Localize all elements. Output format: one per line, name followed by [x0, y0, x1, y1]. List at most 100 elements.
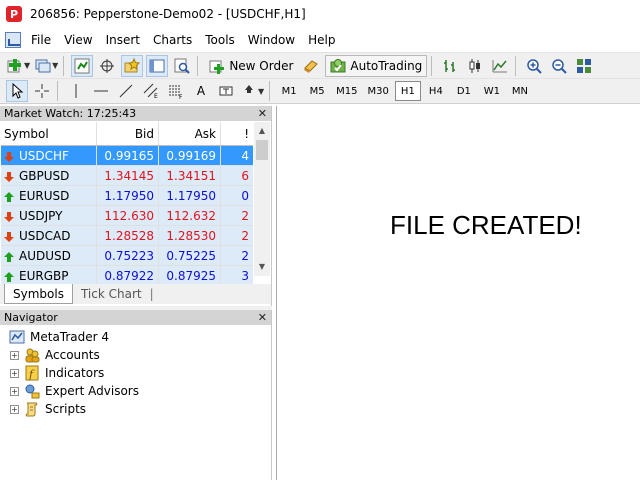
symbol-name: USDCHF [19, 148, 69, 163]
table-row[interactable]: USDCHF 0.99165 0.99169 4 [1, 146, 253, 166]
spread-cell: 0 [221, 186, 253, 205]
bid-cell: 0.75223 [97, 246, 159, 265]
navigator-item-indicators[interactable]: + f Indicators [10, 364, 104, 382]
scroll-up-icon[interactable]: ▲ [254, 122, 270, 138]
table-row[interactable]: EURGBP 0.87922 0.87925 3 [1, 266, 253, 286]
menu-tools[interactable]: Tools [205, 33, 235, 47]
vertical-line-button[interactable] [65, 80, 87, 102]
navigator-item-expert-advisors[interactable]: + Expert Advisors [10, 382, 139, 400]
trendline-icon [119, 84, 133, 98]
timeframe-d1[interactable]: D1 [451, 81, 477, 101]
symbol-cell: EURUSD [1, 186, 97, 205]
menu-help[interactable]: Help [308, 33, 335, 47]
data-window-button[interactable] [96, 55, 118, 77]
zoom-in-button[interactable] [523, 55, 545, 77]
menu-charts[interactable]: Charts [153, 33, 192, 47]
chart-window[interactable]: FILE CREATED! [276, 106, 640, 480]
trendline-button[interactable] [115, 80, 137, 102]
strategy-tester-button[interactable] [171, 55, 193, 77]
navigator-header: Navigator ✕ [0, 310, 271, 325]
text-label-icon [219, 86, 233, 96]
timeframe-m5[interactable]: M5 [304, 81, 330, 101]
candlestick-button[interactable] [464, 55, 486, 77]
svg-text:F: F [179, 94, 183, 99]
cursor-tool-button[interactable] [6, 80, 28, 102]
fibonacci-button[interactable]: F [165, 80, 187, 102]
text-tool-button[interactable]: A [190, 80, 212, 102]
arrows-button[interactable]: ▼ [240, 80, 265, 102]
navigator-toggle-button[interactable] [121, 54, 144, 77]
menu-window[interactable]: Window [248, 33, 295, 47]
navigator-item-scripts[interactable]: + Scripts [10, 400, 86, 418]
scripts-icon [25, 402, 38, 417]
close-icon[interactable]: ✕ [258, 311, 267, 324]
expand-icon[interactable]: + [10, 404, 19, 414]
autotrading-icon [330, 58, 346, 72]
symbol-cell: USDCAD [1, 226, 97, 245]
navigator-root[interactable]: MetaTrader 4 [9, 328, 109, 346]
timeframe-mn[interactable]: MN [507, 81, 533, 101]
line-chart-button[interactable] [489, 55, 511, 77]
table-row[interactable]: USDJPY 112.630 112.632 2 [1, 206, 253, 226]
table-row[interactable]: USDCAD 1.28528 1.28530 2 [1, 226, 253, 246]
profiles-button[interactable]: ▼ [34, 55, 59, 77]
close-icon[interactable]: ✕ [258, 107, 267, 120]
autotrading-button[interactable]: AutoTrading [325, 54, 428, 77]
scrollbar-thumb[interactable] [256, 140, 268, 160]
new-order-button[interactable]: New Order [205, 55, 297, 77]
menu-insert[interactable]: Insert [106, 33, 140, 47]
new-chart-button[interactable]: ▼ [6, 55, 31, 77]
arrow-up-icon [4, 251, 14, 262]
tab-tick-chart[interactable]: Tick Chart [73, 284, 150, 304]
menu-file[interactable]: File [31, 33, 51, 47]
timeframe-m30[interactable]: M30 [364, 81, 393, 101]
timeframe-m1[interactable]: M1 [276, 81, 302, 101]
table-row[interactable]: GBPUSD 1.34145 1.34151 6 [1, 166, 253, 186]
market-watch-rows: USDCHF 0.99165 0.99169 4 GBPUSD 1.34145 1.3415… [1, 146, 253, 286]
table-row[interactable]: AUDUSD 0.75223 0.75225 2 [1, 246, 253, 266]
column-header-spread[interactable]: ! [221, 122, 253, 145]
scroll-down-icon[interactable]: ▼ [254, 258, 270, 274]
vertical-scrollbar[interactable]: ▲ ▼ [254, 122, 270, 276]
terminal-toggle-button[interactable] [146, 54, 169, 77]
tile-windows-button[interactable] [573, 55, 595, 77]
bid-cell: 1.17950 [97, 186, 159, 205]
menu-view[interactable]: View [64, 33, 92, 47]
spread-cell: 4 [221, 146, 253, 165]
table-row[interactable]: EURUSD 1.17950 1.17950 0 [1, 186, 253, 206]
column-header-ask[interactable]: Ask [159, 122, 221, 145]
table-header-row: Symbol Bid Ask ! [1, 122, 253, 146]
market-watch-panel: Market Watch: 17:25:43 ✕ Symbol Bid Ask … [0, 106, 272, 306]
column-header-symbol[interactable]: Symbol [1, 122, 97, 145]
crosshair-tool-button[interactable] [31, 80, 53, 102]
scrollbar-track[interactable] [254, 162, 270, 258]
expand-icon[interactable]: + [10, 368, 19, 378]
timeframe-h4[interactable]: H4 [423, 81, 449, 101]
tab-symbols[interactable]: Symbols [4, 284, 73, 304]
timeframe-m15[interactable]: M15 [332, 81, 361, 101]
market-watch-toggle-button[interactable] [71, 54, 94, 77]
symbol-cell: GBPUSD [1, 166, 97, 185]
terminal-icon [149, 59, 165, 72]
horizontal-line-button[interactable] [90, 80, 112, 102]
expand-icon[interactable]: + [10, 386, 19, 396]
standard-toolbar: ▼ ▼ New Order AutoTrading [0, 52, 640, 78]
equidistant-channel-button[interactable]: E [140, 80, 162, 102]
zoom-out-button[interactable] [548, 55, 570, 77]
toolbar-separator [57, 81, 58, 101]
timeframe-w1[interactable]: W1 [479, 81, 505, 101]
bid-cell: 1.34145 [97, 166, 159, 185]
bar-chart-icon [444, 59, 456, 72]
navigator-root-label: MetaTrader 4 [30, 330, 110, 344]
column-header-bid[interactable]: Bid [97, 122, 159, 145]
symbol-name: GBPUSD [19, 168, 70, 183]
timeframe-h1[interactable]: H1 [394, 81, 421, 101]
chart-window-icon[interactable] [5, 32, 21, 48]
market-watch-header: Market Watch: 17:25:43 ✕ [0, 106, 271, 121]
bar-chart-button[interactable] [439, 55, 461, 77]
navigator-item-accounts[interactable]: + Accounts [10, 346, 100, 364]
expand-icon[interactable]: + [10, 350, 19, 360]
navigator-star-icon [124, 57, 141, 72]
meta-editor-button[interactable] [300, 55, 322, 77]
text-label-button[interactable] [215, 80, 237, 102]
